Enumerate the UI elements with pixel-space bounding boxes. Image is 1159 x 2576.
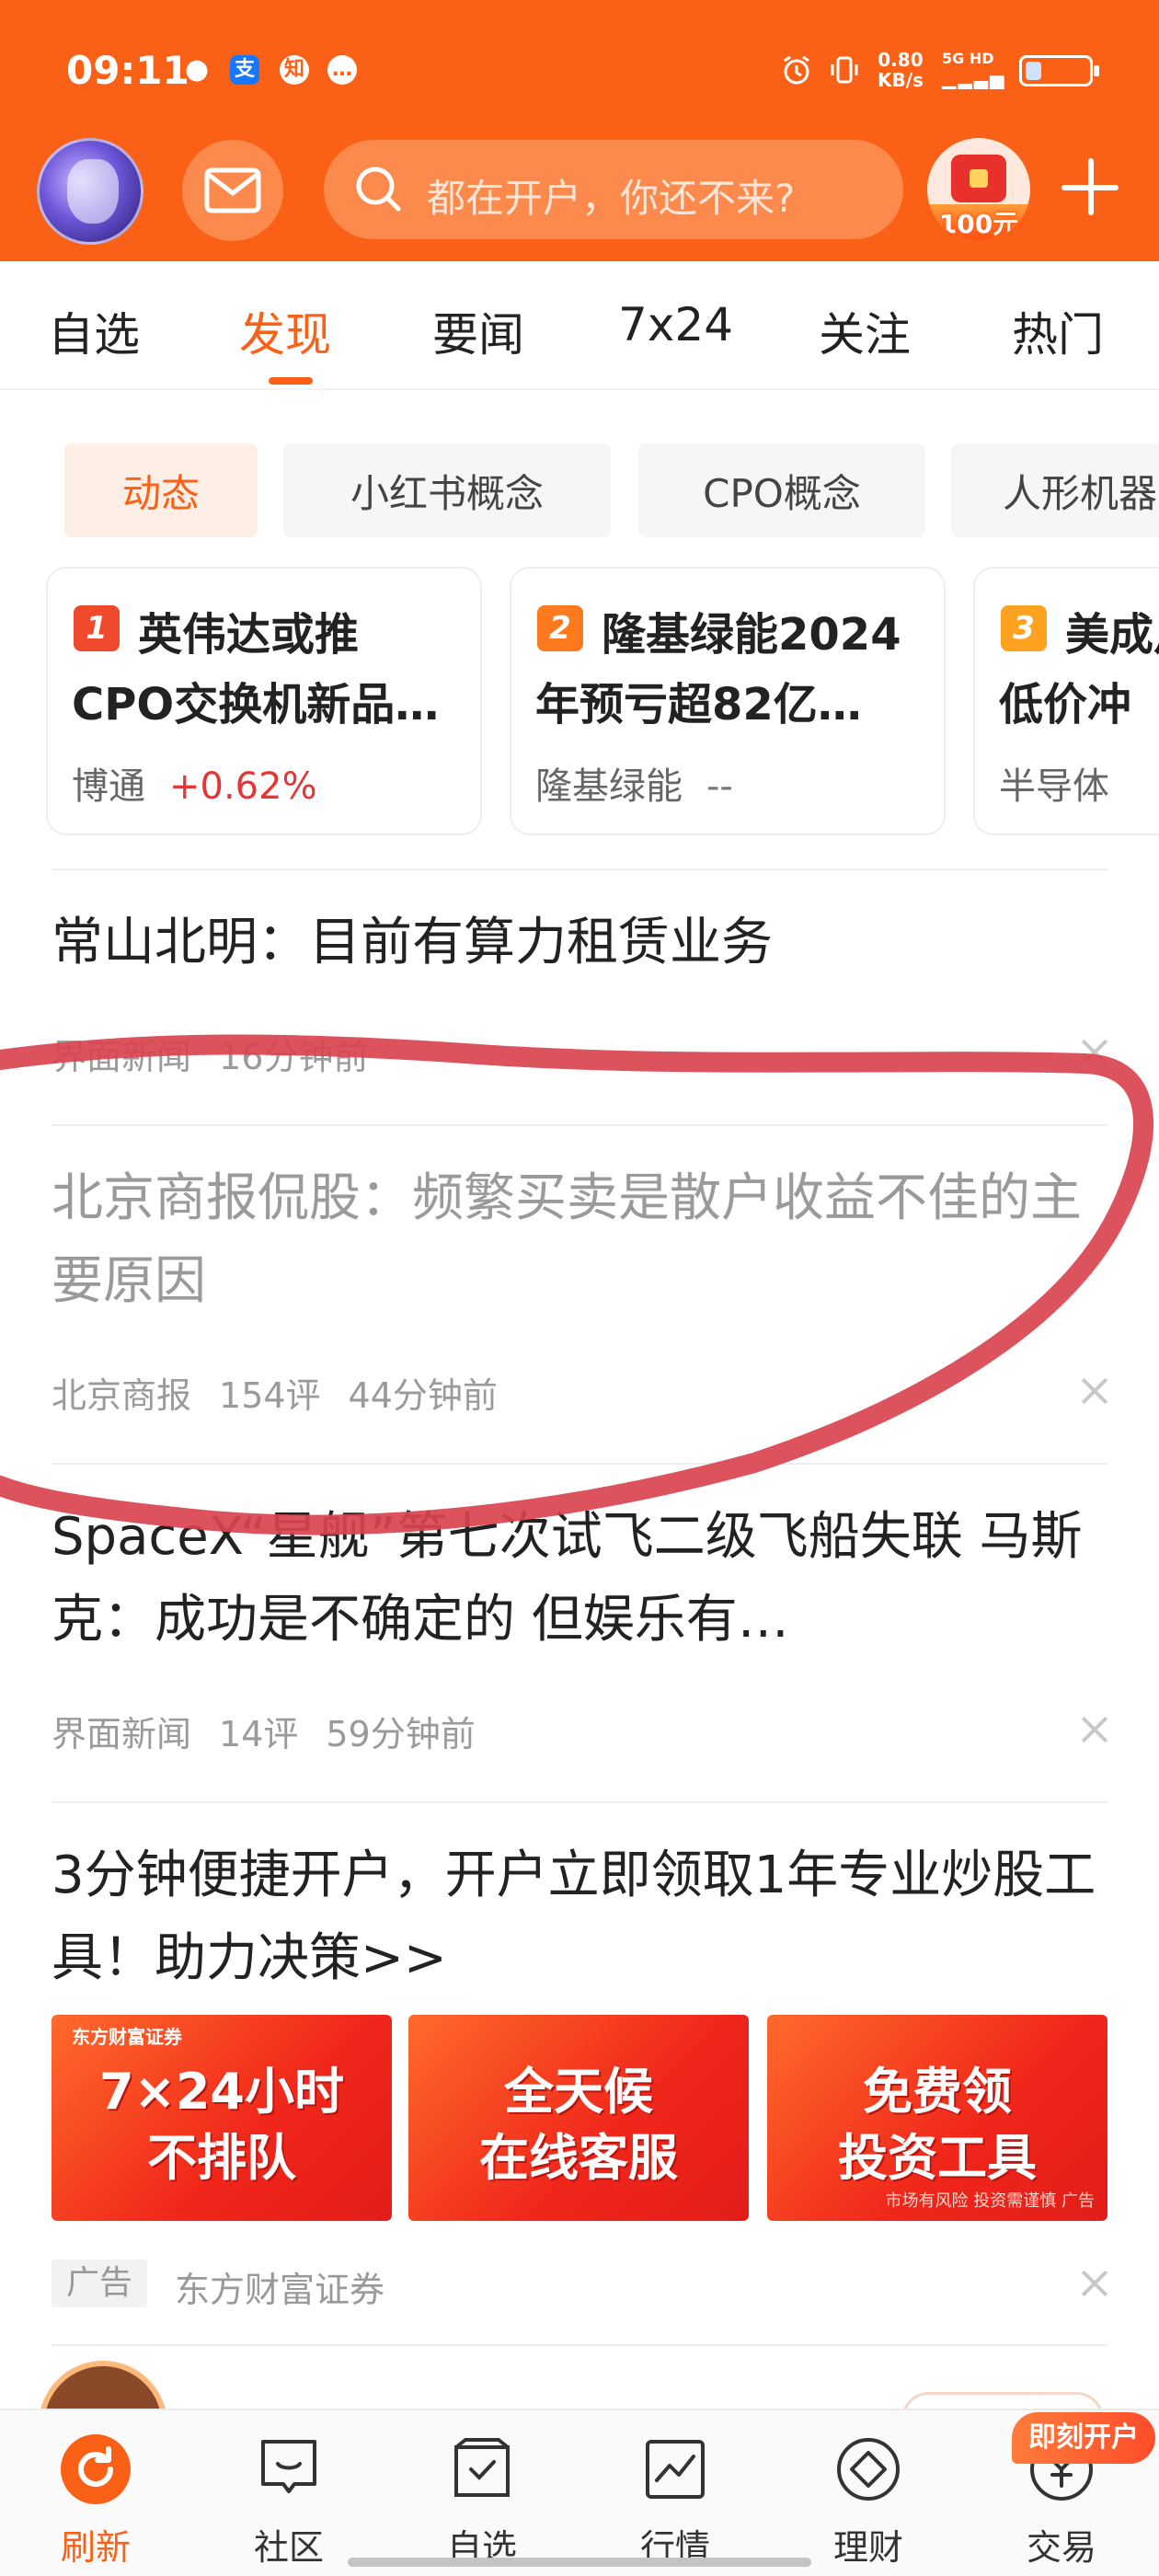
reward-label: 100元 (927, 204, 1030, 241)
community-icon (254, 2434, 324, 2504)
watchlist-icon (447, 2434, 517, 2504)
divider (52, 868, 1107, 870)
news-title[interactable]: SpaceX“星舰”第七次试飞二级飞船失联 马斯克：成功是不确定的 但娱乐有… (52, 1496, 1107, 1662)
mail-button[interactable] (182, 140, 283, 241)
close-icon[interactable] (1076, 1373, 1113, 1409)
battery-icon (1019, 55, 1099, 86)
nav-wealth[interactable]: 理财 (795, 2434, 942, 2570)
close-icon[interactable] (1076, 1034, 1113, 1071)
open-account-badge[interactable]: 即刻开户 (1012, 2412, 1155, 2464)
news-title[interactable]: 北京商报侃股：频繁买卖是散户收益不佳的主要原因 (52, 1157, 1107, 1323)
ad-banner[interactable]: 全天候 在线客服 (408, 2015, 749, 2221)
ad-banner-text: 免费领 投资工具 (838, 2063, 1037, 2187)
message-icon: … (327, 55, 357, 85)
ad-banner-text: 7×24小时 不排队 (99, 2063, 344, 2187)
app-header: 09:11 ● 支 知 … 0.80 KB/s 5G HD ▁▂▃▅ 都在开户，… (0, 0, 1159, 261)
search-bar[interactable]: 都在开户，你还不来? (324, 140, 903, 239)
reward-button[interactable]: 100元 (927, 138, 1030, 241)
wealth-icon (833, 2434, 903, 2504)
ad-source: 东方财富证券 (175, 2270, 385, 2310)
red-envelope-icon (951, 155, 1006, 202)
chip-humanoid-robot[interactable]: 人形机器 (951, 443, 1159, 537)
nav-watchlist[interactable]: 自选 (408, 2434, 556, 2570)
divider (52, 2344, 1107, 2346)
network-speed: 0.80 KB/s (878, 49, 924, 91)
vibrate-icon (831, 56, 858, 84)
chip-feed[interactable]: 动态 (64, 443, 258, 537)
hot-card[interactable]: 3 美成片低价冲 半导体 (973, 567, 1159, 835)
hot-card[interactable]: 2 隆基绿能2024年预亏超82亿… 隆基绿能 -- (510, 567, 946, 835)
hot-card-title: 英伟达或推CPO交换机新品… (72, 609, 440, 730)
tab-discover[interactable]: 发现 (239, 298, 331, 364)
category-tabs: 自选 发现 要闻 7x24 关注 热门 (0, 261, 1159, 390)
news-meta: 界面新闻 14评 59分钟前 (52, 1714, 476, 1754)
divider (52, 1463, 1107, 1465)
risk-note: 市场有风险 投资需谨慎 广告 (885, 2191, 1095, 2211)
close-icon[interactable] (1076, 2265, 1113, 2302)
chip-cpo-concept[interactable]: CPO概念 (638, 443, 925, 537)
news-meta: 界面新闻 16分钟前 (52, 1037, 369, 1077)
alarm-icon (784, 55, 809, 85)
search-placeholder: 都在开户，你还不来? (427, 176, 796, 221)
divider (52, 1124, 1107, 1126)
tab-trending[interactable]: 热门 (1012, 298, 1104, 364)
chip-xiaohongshu-concept[interactable]: 小红书概念 (283, 443, 611, 537)
refresh-icon (61, 2434, 131, 2504)
ad-banner[interactable]: 免费领 投资工具 市场有风险 投资需谨慎 广告 (767, 2015, 1107, 2221)
zhihu-icon: 知 (280, 55, 309, 85)
signal-indicator: 5G HD ▁▂▃▅ (942, 50, 1006, 89)
news-title[interactable]: 常山北明：目前有算力租赁业务 (52, 902, 1107, 984)
ad-tag: 广告 (52, 2260, 147, 2307)
divider (52, 1801, 1107, 1803)
nav-community[interactable]: 社区 (215, 2434, 362, 2570)
ad-banner-text: 全天候 在线客服 (479, 2063, 678, 2187)
user-avatar[interactable] (37, 138, 143, 245)
status-time: 09:11 (66, 48, 189, 93)
tab-headlines[interactable]: 要闻 (432, 298, 524, 364)
status-bar: 09:11 ● 支 知 … 0.80 KB/s 5G HD ▁▂▃▅ (0, 0, 1159, 138)
add-button[interactable] (1058, 155, 1122, 219)
hot-card-stock: 隆基绿能 -- (535, 765, 733, 808)
ad-title[interactable]: 3分钟便捷开户，开户立即领取1年专业炒股工具！助力决策>> (52, 1834, 1107, 2000)
tab-following[interactable]: 关注 (819, 298, 911, 364)
hot-card[interactable]: 1 英伟达或推CPO交换机新品… 博通 +0.62% (46, 567, 482, 835)
hot-card-title: 美成片低价冲 (999, 609, 1159, 730)
alipay-icon: 支 (230, 55, 259, 85)
tab-7x24[interactable]: 7x24 (618, 298, 733, 351)
market-icon (640, 2434, 710, 2504)
bottom-nav: 刷新 社区 自选 行情 理财 交易 (0, 2409, 1159, 2576)
nav-market[interactable]: 行情 (602, 2434, 749, 2570)
wechat-icon: ● (184, 53, 210, 86)
hot-card-stock: 博通 +0.62% (72, 765, 317, 808)
mail-icon (204, 167, 261, 213)
tab-watchlist[interactable]: 自选 (48, 298, 140, 364)
hot-card-stock: 半导体 (999, 765, 1109, 808)
active-tab-indicator (269, 377, 313, 385)
ad-banner[interactable]: 东方财富证券 7×24小时 不排队 (52, 2015, 392, 2221)
news-meta: 北京商报 154评 44分钟前 (52, 1375, 498, 1416)
brand-logo: 东方财富证券 (72, 2026, 182, 2048)
home-indicator[interactable] (348, 2558, 811, 2567)
close-icon[interactable] (1076, 1711, 1113, 1748)
search-icon (356, 167, 401, 212)
hot-card-title: 隆基绿能2024年预亏超82亿… (535, 609, 901, 730)
nav-refresh[interactable]: 刷新 (22, 2434, 169, 2570)
